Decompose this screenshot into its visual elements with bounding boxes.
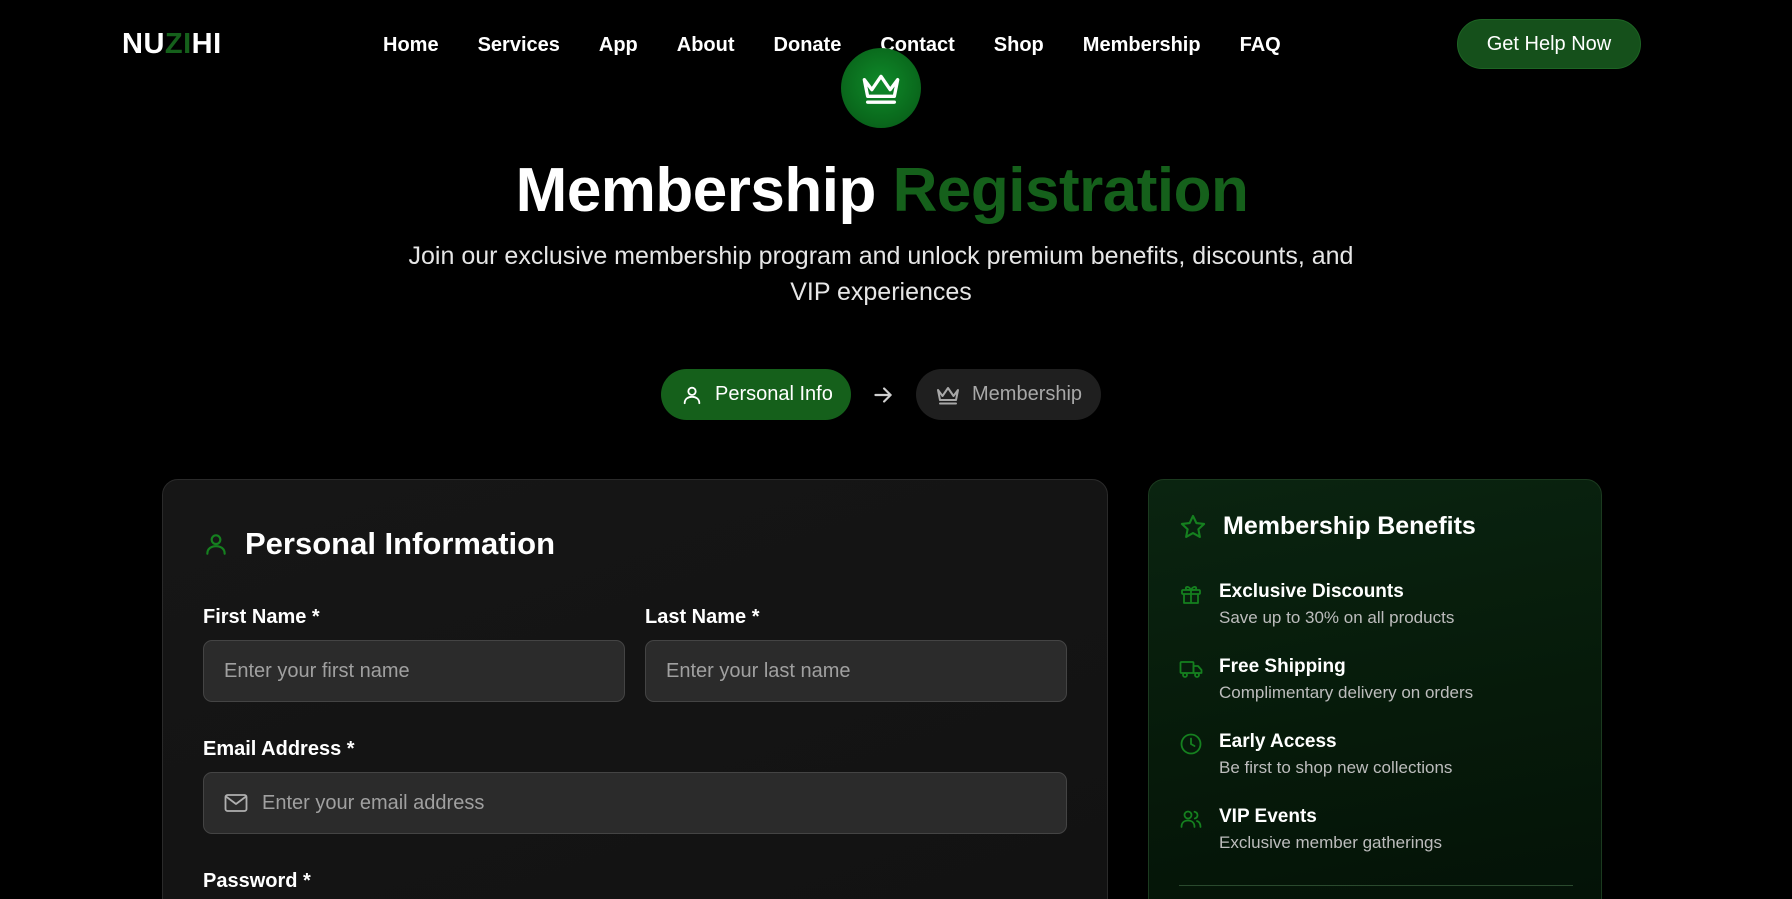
benefits-header: Membership Benefits: [1179, 512, 1476, 541]
benefit-item: VIP Events Exclusive member gatherings: [1179, 805, 1442, 857]
step-personal-info[interactable]: Personal Info: [661, 369, 851, 420]
crown-badge: [841, 48, 921, 128]
first-name-field[interactable]: Enter your first name: [203, 640, 625, 702]
page-subtitle: Join our exclusive membership program an…: [408, 242, 1354, 306]
benefit-description: Save up to 30% on all products: [1219, 608, 1455, 627]
users-icon: [1180, 810, 1202, 828]
logo[interactable]: NUZIHI: [122, 28, 222, 61]
user-icon: [683, 386, 701, 404]
step-membership-label: Membership: [972, 383, 1083, 405]
arrow-right-icon: [874, 387, 892, 403]
first-name-placeholder: Enter your first name: [224, 659, 410, 682]
nav-link-services[interactable]: Services: [478, 34, 560, 57]
truck-icon: [1179, 661, 1203, 678]
form-title: Personal Information: [245, 526, 556, 561]
nav-link-membership[interactable]: Membership: [1083, 34, 1201, 57]
step-membership[interactable]: Membership: [916, 369, 1101, 420]
get-help-now-button[interactable]: Get Help Now: [1457, 19, 1641, 69]
clock-icon: [1180, 733, 1202, 755]
nav-link-faq[interactable]: FAQ: [1240, 34, 1281, 57]
membership-benefits-card: Membership Benefits Exclusive Discounts …: [1148, 479, 1602, 899]
nav-link-about[interactable]: About: [677, 34, 735, 57]
last-name-field[interactable]: Enter your last name: [645, 640, 1067, 702]
step-personal-info-label: Personal Info: [715, 383, 833, 405]
benefit-title: Exclusive Discounts: [1219, 581, 1404, 602]
page: NUZIHI Home Services App About Donate Co…: [0, 0, 1792, 899]
star-icon: [1180, 514, 1206, 538]
email-label: Email Address *: [203, 738, 355, 760]
benefit-item: Exclusive Discounts Save up to 30% on al…: [1179, 580, 1454, 632]
benefit-title: VIP Events: [1219, 806, 1317, 827]
benefits-divider: [1179, 885, 1573, 886]
logo-text-c: HI: [191, 28, 222, 60]
nav-links: Home Services App About Donate Contact S…: [383, 34, 1281, 57]
page-title-accent: Registration: [892, 156, 1249, 225]
benefit-title: Free Shipping: [1219, 656, 1346, 677]
page-title-main: Membership: [515, 156, 877, 225]
page-title: Membership Registration: [0, 155, 1764, 226]
personal-info-form-card: Personal Information First Name * Enter …: [162, 479, 1108, 899]
benefit-description: Complimentary delivery on orders: [1219, 683, 1474, 702]
logo-text-b: ZI: [164, 28, 192, 60]
email-placeholder: Enter your email address: [262, 791, 485, 814]
benefits-title: Membership Benefits: [1223, 512, 1476, 540]
password-label: Password *: [203, 870, 311, 892]
email-field[interactable]: Enter your email address: [203, 772, 1067, 834]
first-name-label: First Name *: [203, 606, 320, 628]
logo-text-a: NU: [122, 28, 165, 60]
benefit-description: Be first to shop new collections: [1219, 758, 1453, 777]
mail-icon: [224, 794, 248, 812]
last-name-label: Last Name *: [645, 606, 760, 628]
benefit-item: Early Access Be first to shop new collec…: [1179, 730, 1452, 782]
nav-link-shop[interactable]: Shop: [994, 34, 1044, 57]
nav-link-app[interactable]: App: [599, 34, 638, 57]
benefit-title: Early Access: [1219, 731, 1337, 752]
benefit-item: Free Shipping Complimentary delivery on …: [1179, 655, 1473, 707]
crown-icon: [862, 74, 900, 104]
gift-icon: [1181, 585, 1201, 604]
nav-link-home[interactable]: Home: [383, 34, 439, 57]
crown-icon: [937, 386, 959, 404]
last-name-placeholder: Enter your last name: [666, 659, 851, 682]
nav-link-donate[interactable]: Donate: [774, 34, 842, 57]
form-header: Personal Information: [203, 526, 555, 562]
benefit-description: Exclusive member gatherings: [1219, 833, 1442, 852]
user-icon: [206, 534, 226, 555]
